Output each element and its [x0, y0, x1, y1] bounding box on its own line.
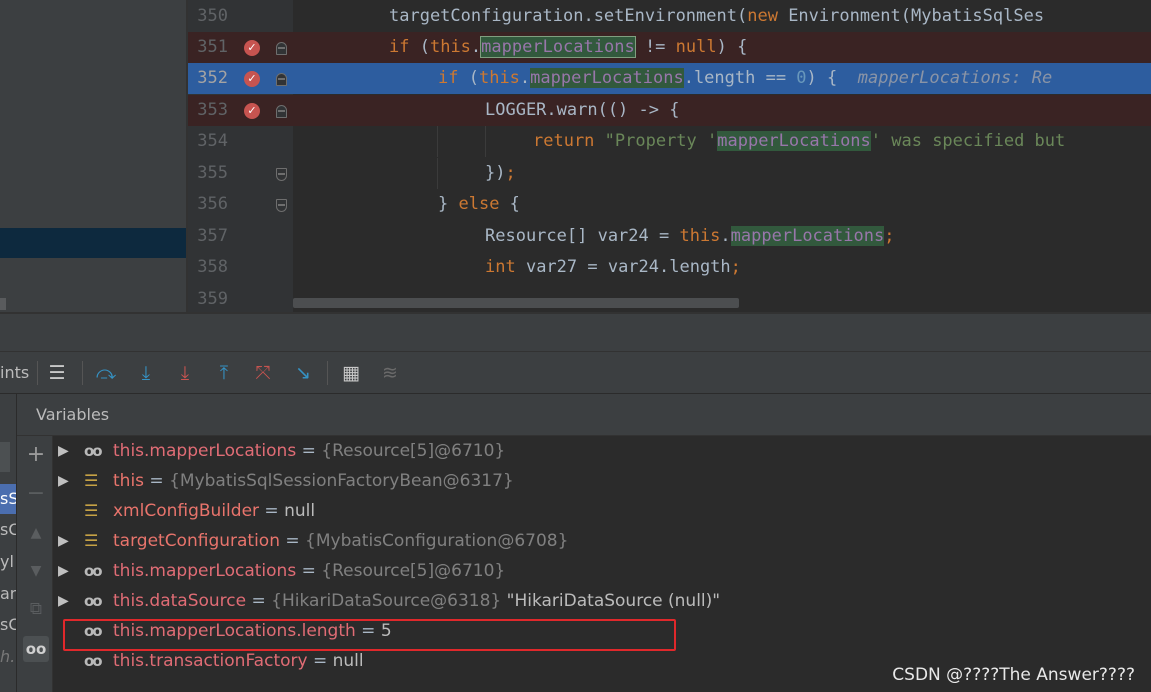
variables-side-toolbar: + − ▲ ▼ ⧉ oo — [17, 436, 53, 692]
breakpoint-icon[interactable]: ✓ — [244, 71, 260, 87]
line-number: 352 — [197, 68, 228, 88]
expand-arrow-icon[interactable]: ▶ — [58, 466, 70, 496]
watch-icon: oo — [84, 562, 103, 580]
code-line[interactable]: LOGGER.warn(() -> { — [293, 95, 1151, 126]
thread-dropdown[interactable] — [0, 442, 10, 472]
variable-row[interactable]: ▶ ☰ targetConfiguration = {MybatisConfig… — [54, 526, 1151, 556]
menu-icon[interactable]: ☰ — [44, 360, 70, 386]
line-number: 350 — [197, 6, 228, 26]
variables-tree: ▶ oo this.mapperLocations = {Resource[5]… — [54, 436, 1151, 692]
watermark: CSDN @????The Answer???? — [892, 665, 1135, 685]
watch-icon: oo — [84, 442, 103, 460]
expand-arrow-icon[interactable]: ▶ — [58, 556, 70, 586]
show-watches-icon[interactable]: oo — [23, 636, 49, 662]
frame-item[interactable]: sC — [0, 610, 16, 640]
frame-item[interactable]: an — [0, 579, 16, 609]
line-number: 351 — [197, 37, 228, 57]
debug-toolbar: ints ☰ ⤼ ⤓ ⤓ ⤒ ⤧ ↘ ▦ ≋ — [0, 352, 1151, 394]
code-line[interactable]: return "Property 'mapperLocations' was s… — [293, 126, 1151, 157]
code-line[interactable]: } else { — [293, 189, 1151, 220]
trace-icon[interactable]: ≋ — [377, 360, 403, 386]
evaluate-expression-icon[interactable]: ▦ — [338, 360, 364, 386]
horizontal-scrollbar[interactable] — [293, 298, 739, 308]
fold-icon[interactable] — [276, 42, 287, 55]
line-number: 358 — [197, 257, 228, 277]
line-number: 356 — [197, 194, 228, 214]
move-up-icon[interactable]: ▲ — [23, 520, 49, 546]
debug-panel-header — [0, 312, 1151, 352]
code-line[interactable]: Resource[] var24 = this.mapperLocations; — [293, 221, 1151, 252]
step-into-icon[interactable]: ⤓ — [133, 360, 159, 386]
line-number: 354 — [197, 131, 228, 151]
annotation-highlight-box — [63, 619, 676, 651]
variable-row[interactable]: ▶ oo this.dataSource = {HikariDataSource… — [54, 586, 1151, 616]
breakpoint-icon[interactable]: ✓ — [244, 40, 260, 56]
project-panel — [0, 0, 186, 312]
remove-watch-icon[interactable]: − — [23, 481, 49, 507]
field-icon: ☰ — [84, 471, 99, 490]
drop-frame-icon[interactable]: ⤧ — [250, 360, 276, 386]
line-number: 353 — [197, 100, 228, 120]
variables-title: Variables — [36, 405, 110, 424]
fold-icon[interactable] — [276, 105, 287, 118]
inline-debug-hint: mapperLocations: Re — [857, 68, 1053, 88]
code-editor[interactable]: targetConfiguration.setEnvironment(new E… — [293, 0, 1151, 312]
run-to-cursor-icon[interactable]: ↘ — [290, 360, 316, 386]
frame-item[interactable]: sS — [0, 484, 16, 514]
variable-row[interactable]: ☰ xmlConfigBuilder = null — [54, 496, 1151, 526]
fold-icon[interactable] — [276, 73, 287, 86]
current-execution-line[interactable]: if (this.mapperLocations.length == 0) { … — [293, 63, 1151, 94]
duplicate-watch-icon[interactable]: ⧉ — [23, 596, 49, 622]
step-over-icon[interactable]: ⤼ — [93, 360, 119, 386]
project-scrollbar[interactable] — [0, 298, 6, 310]
project-selected-row[interactable] — [0, 228, 186, 258]
breakpoint-icon[interactable]: ✓ — [244, 103, 260, 119]
frame-item[interactable]: yl — [0, 547, 16, 577]
code-line[interactable]: if (this.mapperLocations != null) { — [293, 32, 1151, 63]
code-line[interactable]: targetConfiguration.setEnvironment(new E… — [293, 1, 1151, 32]
editor-gutter: 350 351 ✓ 352 ✓ 353 ✓ 354 355 356 357 35… — [188, 0, 293, 312]
frames-list: sS sC yl an sC h.( — [0, 394, 17, 692]
step-out-icon[interactable]: ⤒ — [211, 360, 237, 386]
frame-item[interactable]: sC — [0, 515, 16, 545]
expand-arrow-icon[interactable]: ▶ — [58, 586, 70, 616]
fold-icon[interactable] — [276, 168, 287, 181]
expand-arrow-icon[interactable]: ▶ — [58, 436, 70, 466]
breakpoints-tab-fragment[interactable]: ints — [0, 352, 29, 394]
code-line[interactable]: }); — [293, 158, 1151, 189]
line-number: 359 — [197, 289, 228, 309]
line-number: 357 — [197, 226, 228, 246]
move-down-icon[interactable]: ▼ — [23, 558, 49, 584]
frame-item[interactable]: h.( — [0, 642, 16, 672]
field-icon: ☰ — [84, 531, 99, 550]
expand-arrow-icon[interactable]: ▶ — [58, 526, 70, 556]
force-step-into-icon[interactable]: ⤓ — [172, 360, 198, 386]
variables-header: Variables — [17, 394, 1151, 436]
variable-row[interactable]: ▶ oo this.mapperLocations = {Resource[5]… — [54, 556, 1151, 586]
variable-row[interactable]: ▶ ☰ this = {MybatisSqlSessionFactoryBean… — [54, 466, 1151, 496]
line-number: 355 — [197, 163, 228, 183]
fold-icon[interactable] — [276, 199, 287, 212]
code-line[interactable]: int var27 = var24.length; — [293, 252, 1151, 283]
field-icon: ☰ — [84, 501, 99, 520]
watch-icon: oo — [84, 592, 103, 610]
variable-row[interactable]: ▶ oo this.mapperLocations = {Resource[5]… — [54, 436, 1151, 466]
add-watch-icon[interactable]: + — [23, 442, 49, 468]
